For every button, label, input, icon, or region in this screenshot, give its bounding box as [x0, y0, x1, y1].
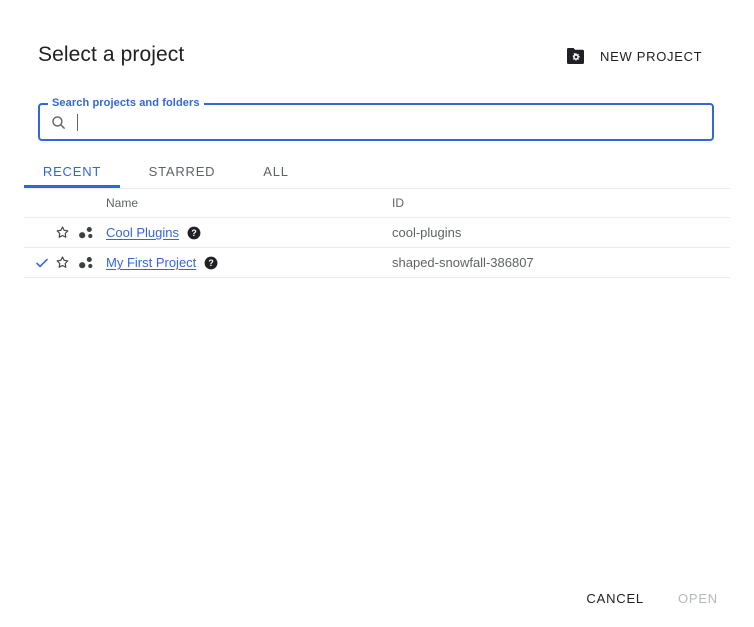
column-header-name[interactable]: Name — [106, 189, 392, 218]
tab-starred-label: STARRED — [148, 164, 216, 179]
new-project-folder-icon — [564, 44, 588, 68]
row-name-cell: My First Project ? — [106, 247, 392, 278]
help-circle-icon[interactable]: ? — [204, 256, 218, 270]
row-type-cell — [76, 247, 106, 278]
project-name-link[interactable]: Cool Plugins — [106, 225, 179, 240]
row-id-cell: shaped-snowfall-386807 — [392, 247, 730, 278]
project-dots-icon — [76, 225, 94, 241]
project-tabs: RECENT STARRED ALL — [24, 155, 730, 189]
star-outline-icon[interactable] — [54, 254, 71, 271]
tab-all[interactable]: ALL — [248, 155, 304, 188]
row-type-cell — [76, 217, 106, 248]
svg-text:?: ? — [209, 258, 214, 268]
header-star — [54, 189, 76, 218]
new-project-button[interactable]: NEW PROJECT — [556, 40, 710, 72]
row-star-cell[interactable] — [54, 247, 76, 278]
row-id-cell: cool-plugins — [392, 217, 730, 248]
help-circle-icon[interactable]: ? — [187, 226, 201, 240]
open-button[interactable]: OPEN — [670, 583, 726, 614]
page-title: Select a project — [38, 43, 185, 66]
svg-text:?: ? — [191, 228, 196, 238]
table-header-row: Name ID — [24, 189, 730, 218]
row-star-cell[interactable] — [54, 217, 76, 248]
row-check-cell — [24, 217, 54, 248]
dialog-footer: CANCEL OPEN — [0, 578, 754, 618]
search-field[interactable]: Search projects and folders — [38, 97, 714, 141]
header-check — [24, 189, 54, 218]
tab-all-label: ALL — [263, 164, 289, 179]
star-outline-icon[interactable] — [54, 224, 71, 241]
tab-recent-label: RECENT — [42, 164, 102, 179]
cancel-button[interactable]: CANCEL — [578, 583, 652, 614]
tab-active-indicator — [24, 185, 120, 188]
project-table: Name ID Cool Plugins ? cool-plugins My F… — [24, 189, 730, 278]
project-id: cool-plugins — [392, 225, 462, 240]
table-row[interactable]: My First Project ? shaped-snowfall-38680… — [24, 247, 730, 278]
tab-starred[interactable]: STARRED — [136, 155, 228, 188]
row-name-cell: Cool Plugins ? — [106, 217, 392, 248]
search-input[interactable] — [86, 103, 704, 141]
header-type — [76, 189, 106, 218]
new-project-label: NEW PROJECT — [600, 48, 703, 64]
text-cursor — [77, 113, 78, 131]
check-icon — [24, 255, 50, 271]
project-dots-icon — [76, 255, 94, 271]
row-check-cell — [24, 247, 54, 278]
search-icon — [50, 114, 67, 131]
column-header-id[interactable]: ID — [392, 189, 730, 218]
tab-recent[interactable]: RECENT — [24, 155, 120, 188]
table-row[interactable]: Cool Plugins ? cool-plugins — [24, 217, 730, 248]
dialog-header: Select a project NEW PROJECT — [0, 0, 754, 92]
project-id: shaped-snowfall-386807 — [392, 255, 534, 270]
project-name-link[interactable]: My First Project — [106, 255, 196, 270]
